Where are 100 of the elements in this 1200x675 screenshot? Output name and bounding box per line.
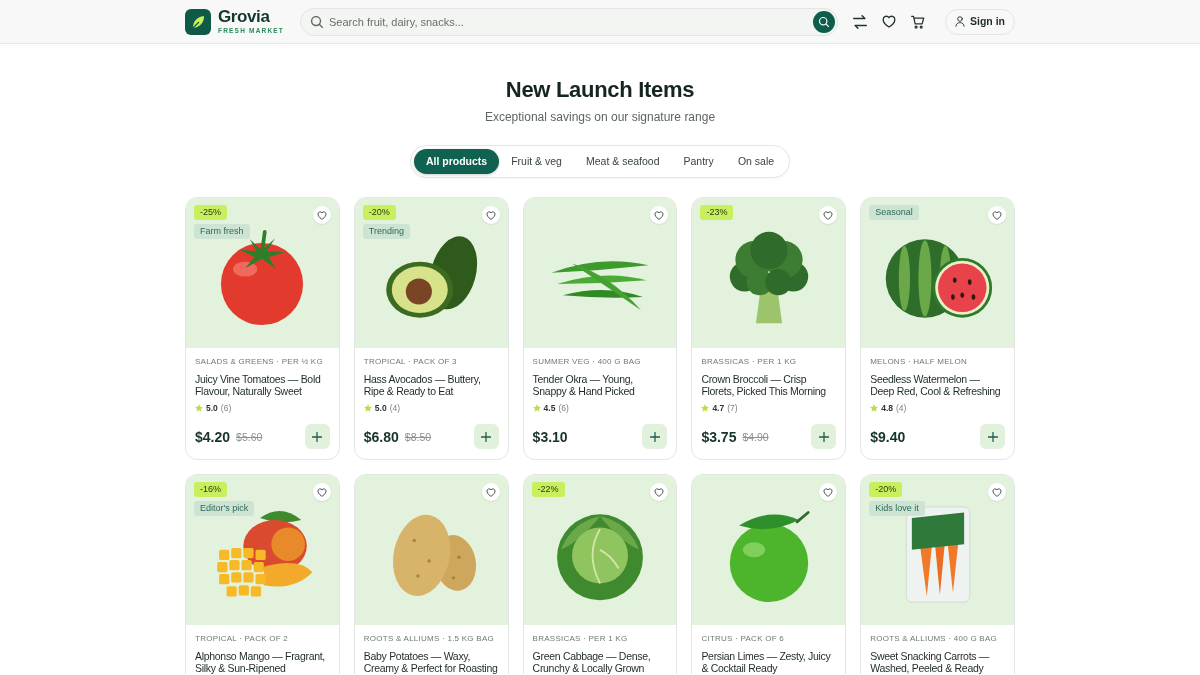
leaf-logo-icon xyxy=(185,8,211,35)
star-icon xyxy=(195,404,203,412)
add-to-cart-button[interactable] xyxy=(473,424,499,449)
product-title[interactable]: Hass Avocados — Buttery, Ripe & Ready to Eat xyxy=(363,373,499,397)
search-button[interactable] xyxy=(813,10,835,33)
wishlist-button[interactable] xyxy=(988,206,1006,224)
tag-badge: Kids love it xyxy=(869,501,925,516)
star-icon xyxy=(532,404,541,412)
plus-icon xyxy=(987,431,998,442)
product-price: $6.80 xyxy=(363,427,399,446)
heart-icon xyxy=(316,487,327,497)
heart-icon xyxy=(654,487,665,497)
plus-icon xyxy=(818,431,829,442)
heart-icon xyxy=(316,210,327,220)
plus-icon xyxy=(649,431,660,442)
heart-icon[interactable] xyxy=(882,15,896,28)
product-category: BRASSICAS · PER 1 KG xyxy=(532,634,629,644)
search-field[interactable]: Search fruit, dairy, snacks... xyxy=(300,7,838,36)
discount-badge: -16% xyxy=(194,482,227,497)
heart-icon xyxy=(823,487,834,497)
old-price: $5.60 xyxy=(236,429,263,444)
product-category: MELONS · HALF MELON xyxy=(870,357,968,367)
wishlist-button[interactable] xyxy=(312,206,331,224)
product-title[interactable]: Crown Broccoli — Crisp Florets, Picked This Morning xyxy=(701,373,837,397)
rating-value: 5.0 xyxy=(206,403,218,413)
product-title[interactable]: Baby Potatoes — Waxy, Creamy & Perfect for Roasting xyxy=(363,650,499,674)
heart-icon xyxy=(654,210,665,220)
wishlist-button[interactable] xyxy=(481,483,500,501)
heart-icon xyxy=(992,487,1002,497)
star-icon xyxy=(701,404,710,412)
product-category: TROPICAL · PACK OF 3 xyxy=(363,357,458,367)
star-icon xyxy=(363,404,372,412)
wishlist-button[interactable] xyxy=(819,483,838,501)
wishlist-button[interactable] xyxy=(819,206,838,224)
discount-badge: -20% xyxy=(869,482,903,497)
rating-value: 5.0 xyxy=(374,403,387,413)
tag-badge: Farm fresh xyxy=(194,224,250,239)
rating-value: 4.5 xyxy=(543,403,556,413)
search-icon xyxy=(819,16,829,27)
product-category: SUMMER VEG · 400 G BAG xyxy=(532,357,642,367)
search-input[interactable]: Search fruit, dairy, snacks... xyxy=(329,10,813,33)
product-category: ROOTS & ALLIUMS · 400 G BAG xyxy=(870,634,998,644)
wishlist-button[interactable] xyxy=(650,206,669,224)
filter-tab[interactable]: Fruit & veg xyxy=(499,149,574,174)
review-count: (6) xyxy=(558,403,569,413)
sign-in-button[interactable]: Sign in xyxy=(945,8,1015,35)
filter-tab[interactable]: On sale xyxy=(725,149,787,174)
wishlist-button[interactable] xyxy=(481,206,500,224)
discount-badge: -20% xyxy=(362,205,396,220)
product-title[interactable]: Juicy Vine Tomatoes — Bold Flavour, Naturally Sweet xyxy=(195,373,330,397)
section-subtitle: Exceptional savings on our signature range xyxy=(484,109,716,125)
product-title[interactable]: Seedless Watermelon — Deep Red, Cool & Refreshing xyxy=(870,373,1005,397)
tag-badge: Trending xyxy=(362,224,410,239)
product-category: CITRUS · PACK OF 6 xyxy=(701,634,785,644)
heart-icon xyxy=(485,487,496,497)
review-count: (4) xyxy=(389,403,400,413)
tag-badge: Editor's pick xyxy=(194,501,255,516)
product-title[interactable]: Green Cabbage — Dense, Crunchy & Locally Grown xyxy=(532,650,668,674)
add-to-cart-button[interactable] xyxy=(811,424,837,449)
filter-tab[interactable]: Meat & seafood xyxy=(573,149,672,174)
heart-icon xyxy=(823,210,834,220)
product-price: $4.20 xyxy=(195,427,231,446)
product-category: TROPICAL · PACK OF 2 xyxy=(195,634,289,644)
discount-badge: -22% xyxy=(531,482,565,497)
cart-icon[interactable] xyxy=(911,14,925,29)
discount-badge: -23% xyxy=(700,205,734,220)
plus-icon xyxy=(481,431,492,442)
tag-badge: Seasonal xyxy=(869,205,919,220)
wishlist-button[interactable] xyxy=(988,483,1006,501)
wishlist-button[interactable] xyxy=(650,483,669,501)
product-category: BRASSICAS · PER 1 KG xyxy=(701,357,798,367)
product-price: $9.40 xyxy=(870,427,906,446)
review-count: (6) xyxy=(220,403,232,413)
old-price: $8.50 xyxy=(404,429,432,444)
heart-icon xyxy=(485,210,496,220)
old-price: $4.90 xyxy=(742,429,769,444)
star-icon xyxy=(870,404,879,412)
product-title[interactable]: Tender Okra — Young, Snappy & Hand Picked xyxy=(532,373,668,397)
product-title[interactable]: Sweet Snacking Carrots — Washed, Peeled & Ready xyxy=(870,650,1005,674)
product-price: $3.10 xyxy=(532,427,568,446)
product-category: SALADS & GREENS · PER ½ KG xyxy=(195,357,324,367)
discount-badge: -25% xyxy=(194,205,227,220)
plus-icon xyxy=(312,431,323,442)
product-title[interactable]: Alphonso Mango — Fragrant, Silky & Sun-Ripened xyxy=(195,650,330,674)
wishlist-button[interactable] xyxy=(312,483,331,501)
review-count: (7) xyxy=(727,403,738,413)
filter-tab[interactable]: All products xyxy=(413,149,500,174)
add-to-cart-button[interactable] xyxy=(980,424,1005,449)
user-icon xyxy=(955,16,965,27)
add-to-cart-button[interactable] xyxy=(642,424,668,449)
review-count: (4) xyxy=(896,403,907,413)
filter-tab[interactable]: Pantry xyxy=(671,149,726,174)
rating-value: 4.7 xyxy=(712,403,725,413)
add-to-cart-button[interactable] xyxy=(304,424,330,449)
search-icon xyxy=(311,15,323,28)
product-category: ROOTS & ALLIUMS · 1.5 KG BAG xyxy=(363,634,495,644)
heart-icon xyxy=(992,210,1002,220)
product-price: $3.75 xyxy=(701,427,737,446)
product-title[interactable]: Persian Limes — Zesty, Juicy & Cocktail Ready xyxy=(701,650,837,674)
rating-value: 4.8 xyxy=(881,403,893,413)
